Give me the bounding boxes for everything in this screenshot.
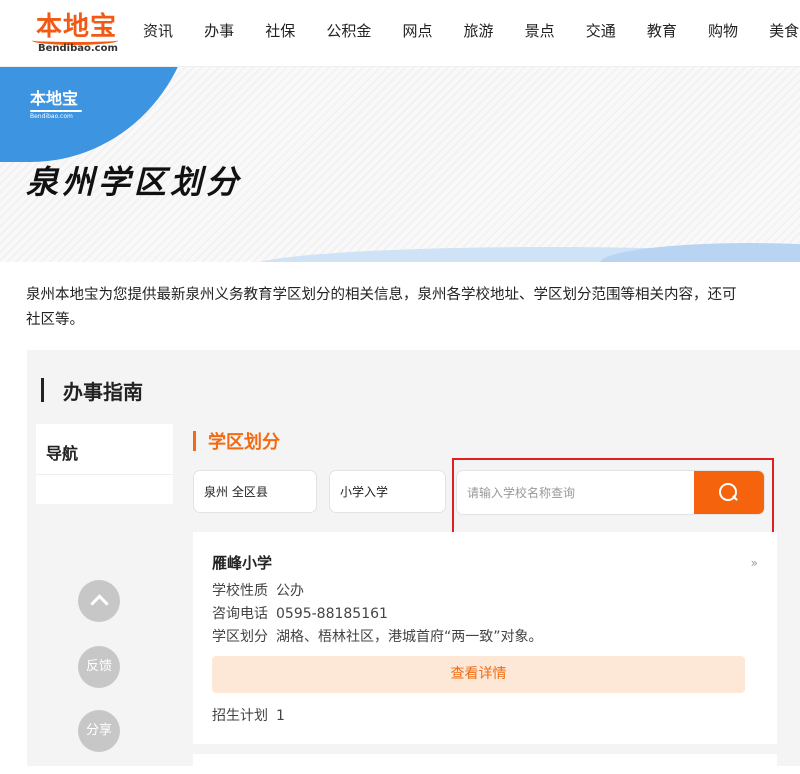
top-navigation: 本地宝 Bendibao.com 资讯 办事 社保 公积金 网点 旅游 景点 交… (0, 0, 800, 67)
nav-item-affairs[interactable]: 办事 (204, 20, 234, 41)
panel-title: 办事指南 (41, 376, 143, 405)
school-name: 雁峰小学 (212, 554, 273, 572)
school-district-value: 湖格、梧林社区，港城首府“两一致”对象。 (276, 629, 543, 645)
nav-item-social-security[interactable]: 社保 (265, 20, 295, 41)
nav-menu: 资讯 办事 社保 公积金 网点 旅游 景点 交通 教育 购物 美食 休 (143, 20, 800, 41)
feedback-button[interactable]: 反馈 (78, 646, 120, 688)
page-title: 泉州学区划分 (26, 163, 243, 201)
region-select[interactable]: 泉州 全区县 (193, 470, 317, 513)
school-type-select[interactable]: 小学入学 (329, 470, 446, 513)
nav-item-scenic[interactable]: 景点 (525, 20, 555, 41)
intro-line-2: 社区等。 (26, 312, 84, 328)
banner-logo[interactable]: 本地宝 Bendibao.com (30, 85, 82, 120)
nav-item-travel[interactable]: 旅游 (464, 20, 494, 41)
enrollment-plan-value: 1 (276, 708, 285, 724)
banner-wave-accent (600, 243, 800, 262)
side-nav: 导航 (36, 424, 173, 504)
school-phone-label: 咨询电话 (212, 606, 268, 622)
school-phone-value: 0595-88185161 (276, 606, 388, 622)
site-logo[interactable]: 本地宝 Bendibao.com (32, 6, 120, 56)
nav-item-shopping[interactable]: 购物 (708, 20, 738, 41)
view-details-button[interactable]: 查看详情 (212, 656, 745, 693)
school-search-input[interactable] (457, 471, 693, 514)
share-button[interactable]: 分享 (78, 710, 120, 752)
school-district-row: 学区划分 湖格、梧林社区，港城首府“两一致”对象。 (212, 626, 543, 646)
nav-item-food[interactable]: 美食 (769, 20, 799, 41)
side-nav-item-navigation[interactable]: 导航 (36, 424, 173, 475)
school-card: 雁峰小学 » 学校性质 公办 咨询电话 0595-88185161 学区划分 湖格、梧… (193, 532, 777, 744)
enrollment-plan-label: 招生计划 (212, 708, 268, 724)
nav-item-education[interactable]: 教育 (647, 20, 677, 41)
school-phone-row: 咨询电话 0595-88185161 (212, 603, 388, 623)
back-to-top-button[interactable] (78, 580, 120, 622)
nav-item-news[interactable]: 资讯 (143, 20, 173, 41)
banner-logo-line (30, 110, 82, 112)
page-banner: 本地宝 Bendibao.com 泉州学区划分 (0, 67, 800, 262)
school-nature-row: 学校性质 公办 (212, 580, 304, 600)
school-district-label: 学区划分 (212, 629, 268, 645)
enrollment-plan-row: 招生计划 1 (212, 705, 285, 725)
nav-item-transport[interactable]: 交通 (586, 20, 616, 41)
search-icon (719, 483, 737, 501)
school-nature-value: 公办 (276, 583, 304, 599)
logo-domain: Bendibao.com (38, 43, 118, 54)
next-school-card (193, 754, 777, 774)
nav-item-outlets[interactable]: 网点 (402, 20, 432, 41)
collapse-icon[interactable]: » (751, 556, 759, 570)
search-button[interactable] (694, 471, 764, 514)
banner-logo-domain: Bendibao.com (30, 113, 73, 120)
school-search-box (456, 470, 765, 515)
intro-text: 泉州本地宝为您提供最新泉州义务教育学区划分的相关信息，泉州各学校地址、学区划分范… (26, 283, 800, 333)
banner-logo-text: 本地宝 (30, 89, 79, 108)
nav-item-housing-fund[interactable]: 公积金 (326, 20, 371, 41)
section-title: 学区划分 (193, 428, 280, 454)
intro-line-1: 泉州本地宝为您提供最新泉州义务教育学区划分的相关信息，泉州各学校地址、学区划分范… (26, 287, 737, 303)
chevron-up-icon (89, 594, 109, 613)
school-nature-label: 学校性质 (212, 583, 268, 599)
guide-panel: 办事指南 导航 反馈 分享 学区划分 泉州 全区县 小学入学 雁峰小学 » 学校… (27, 350, 800, 774)
